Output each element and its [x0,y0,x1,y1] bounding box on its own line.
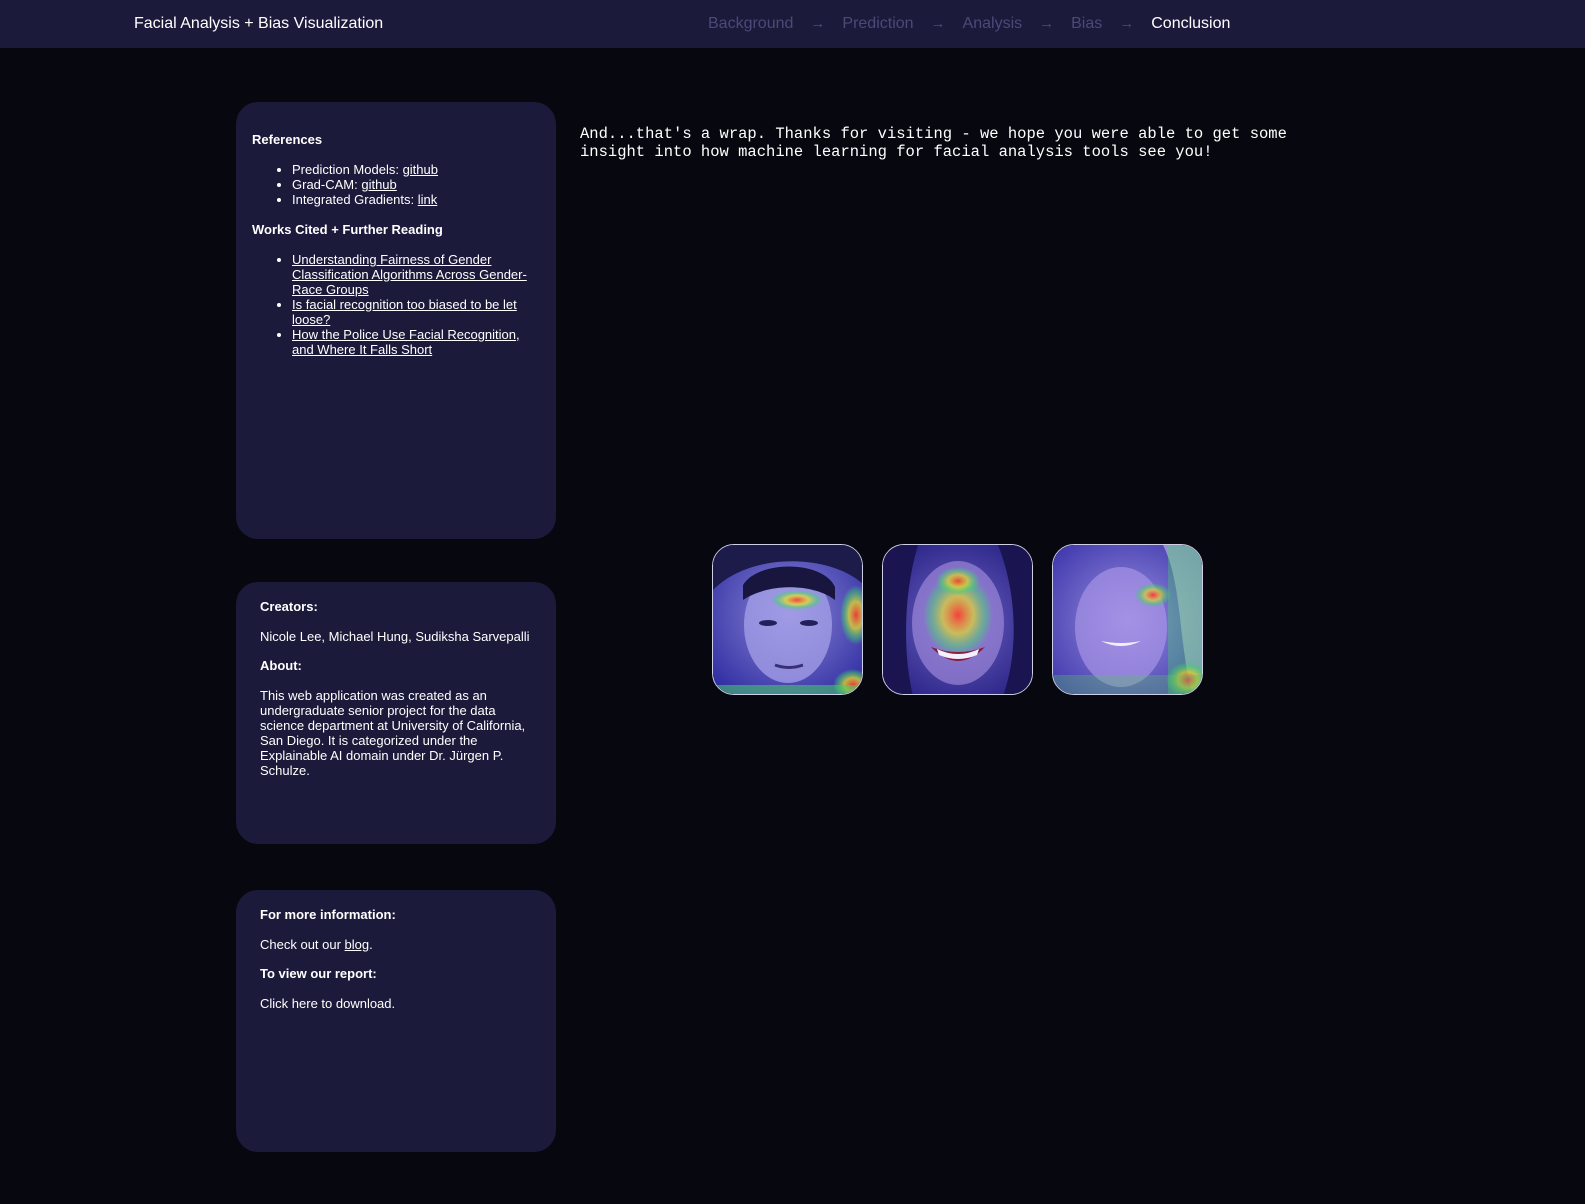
heatmap-face-image [882,544,1033,695]
about-text: This web application was created as an u… [260,688,526,778]
blog-prefix: Check out our [260,937,345,952]
list-item: Prediction Models: github [292,162,541,177]
nav-step-conclusion[interactable]: Conclusion [1151,14,1230,34]
arrow-right-icon: → [1039,15,1055,32]
app-title[interactable]: Facial Analysis + Bias Visualization [134,14,383,34]
list-item: How the Police Use Facial Recognition, a… [292,327,541,357]
arrow-right-icon: → [930,15,946,32]
gradcam-github-link[interactable]: github [361,177,396,192]
heatmap-gallery [712,544,1203,695]
heatmap-face-image [1052,544,1203,695]
references-list: Prediction Models: github Grad-CAM: gith… [252,162,541,207]
conclusion-message: And...that's a wrap. Thanks for visiting… [580,125,1287,161]
nav-step-prediction[interactable]: Prediction [842,14,913,34]
blog-link[interactable]: blog [345,937,370,952]
work-link-fairness[interactable]: Understanding Fairness of Gender Classif… [292,252,527,297]
list-item: Grad-CAM: github [292,177,541,192]
creators-heading: Creators: [260,599,318,614]
work-link-biased[interactable]: Is facial recognition too biased to be l… [292,297,517,327]
step-navigation: Background → Prediction → Analysis → Bia… [708,14,1230,34]
report-heading: To view our report: [260,966,377,981]
about-card: Creators: Nicole Lee, Michael Hung, Sudi… [236,582,556,844]
integrated-gradients-link[interactable]: link [418,192,438,207]
works-cited-list: Understanding Fairness of Gender Classif… [252,252,541,357]
heatmap-face-image [712,544,863,695]
more-info-card: For more information: Check out our blog… [236,890,556,1152]
report-download-link[interactable]: Click here to download. [260,996,532,1011]
creators-names: Nicole Lee, Michael Hung, Sudiksha Sarve… [260,629,530,644]
list-item: Integrated Gradients: link [292,192,541,207]
reference-label: Integrated Gradients: [292,192,418,207]
arrow-right-icon: → [1119,15,1135,32]
blog-line: Check out our blog. [260,937,532,952]
nav-step-background[interactable]: Background [708,14,793,34]
list-item: Understanding Fairness of Gender Classif… [292,252,541,297]
more-info-heading: For more information: [260,907,396,922]
list-item: Is facial recognition too biased to be l… [292,297,541,327]
prediction-models-github-link[interactable]: github [403,162,438,177]
nav-step-analysis[interactable]: Analysis [963,14,1023,34]
arrow-right-icon: → [810,15,826,32]
top-navbar: Facial Analysis + Bias Visualization Bac… [0,0,1585,48]
nav-step-bias[interactable]: Bias [1071,14,1102,34]
reference-label: Grad-CAM: [292,177,362,192]
references-card: References Prediction Models: github Gra… [236,102,556,539]
reference-label: Prediction Models: [292,162,403,177]
works-cited-heading: Works Cited + Further Reading [252,222,443,237]
blog-suffix: . [369,937,373,952]
about-heading: About: [260,658,302,673]
work-link-police[interactable]: How the Police Use Facial Recognition, a… [292,327,520,357]
references-heading: References [252,132,323,147]
